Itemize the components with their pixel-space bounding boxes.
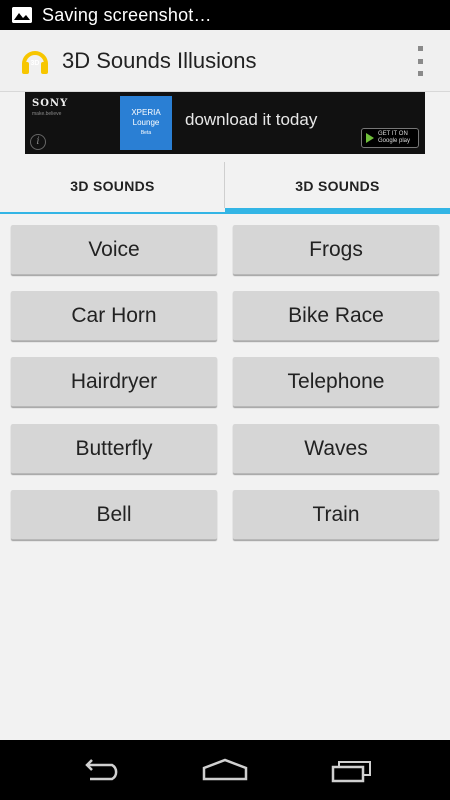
- waves-button[interactable]: Waves: [233, 424, 439, 474]
- store-badge-top: GET IT ON: [378, 131, 408, 137]
- tab-bar: 3D SOUNDS 3D SOUNDS: [0, 158, 450, 214]
- bike-race-button[interactable]: Bike Race: [233, 291, 439, 341]
- ad-product-line3: Beta: [140, 130, 152, 136]
- frogs-button[interactable]: Frogs: [233, 225, 439, 275]
- ad-product-line2: Lounge: [132, 118, 160, 127]
- ad-headline: download it today: [185, 110, 318, 129]
- train-button[interactable]: Train: [233, 490, 439, 540]
- telephone-button[interactable]: Telephone: [233, 357, 439, 407]
- ad-info-icon[interactable]: i: [30, 134, 46, 150]
- ad-product-line1: XPERIA: [131, 108, 161, 117]
- ad-banner[interactable]: SONY make.believe XPERIA Lounge Beta dow…: [25, 92, 425, 154]
- overflow-menu-icon[interactable]: [416, 46, 424, 76]
- ad-brand: SONY: [32, 98, 69, 109]
- voice-button[interactable]: Voice: [11, 225, 217, 275]
- ad-brand-tagline: make.believe: [32, 111, 62, 117]
- google-play-badge[interactable]: GET IT ON Google play: [361, 128, 419, 148]
- status-bar: Saving screenshot…: [0, 0, 450, 30]
- headphones-3d-icon[interactable]: 3D: [20, 46, 50, 76]
- tab-3d-sounds-1[interactable]: 3D SOUNDS: [0, 158, 225, 214]
- store-badge-bottom: Google play: [378, 138, 411, 144]
- play-store-icon: [366, 133, 374, 143]
- gallery-icon: [12, 7, 32, 23]
- home-icon[interactable]: [200, 755, 250, 785]
- car-horn-button[interactable]: Car Horn: [11, 291, 217, 341]
- ad-product-logo: XPERIA Lounge Beta: [120, 96, 172, 150]
- hairdryer-button[interactable]: Hairdryer: [11, 357, 217, 407]
- app-title: 3D Sounds Illusions: [62, 47, 257, 73]
- action-bar: 3D 3D Sounds Illusions: [0, 30, 450, 92]
- back-icon[interactable]: [75, 755, 125, 785]
- svg-text:3D: 3D: [31, 60, 40, 67]
- butterfly-button[interactable]: Butterfly: [11, 424, 217, 474]
- bell-button[interactable]: Bell: [11, 490, 217, 540]
- recent-apps-icon[interactable]: [328, 755, 378, 785]
- status-notification-text: Saving screenshot…: [42, 4, 212, 25]
- tab-divider: [224, 162, 225, 208]
- tab-3d-sounds-2[interactable]: 3D SOUNDS: [225, 158, 450, 214]
- navigation-bar: [0, 740, 450, 800]
